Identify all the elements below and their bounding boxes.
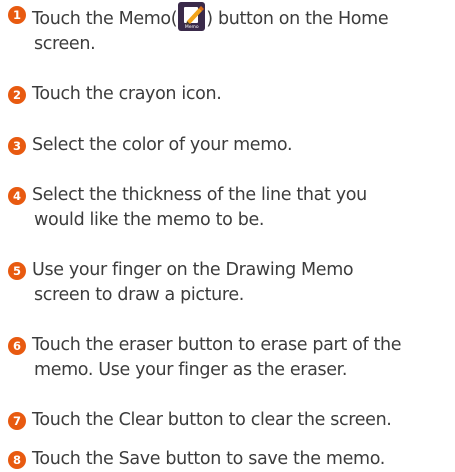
step-number-badge: 6 xyxy=(8,337,26,355)
step-number-badge: 4 xyxy=(8,187,26,205)
step-text: Touch the Clear button to clear the scre… xyxy=(32,410,392,430)
step-6: 6 Touch the eraser button to erase part … xyxy=(8,333,448,383)
step-7: 7 Touch the Clear button to clear the sc… xyxy=(8,408,448,433)
step-number-badge: 5 xyxy=(8,262,26,280)
memo-icon-label: Memo xyxy=(184,25,199,30)
step-text-after-icon: ) button on the Home xyxy=(206,9,389,29)
step-text: Select the color of your memo. xyxy=(32,135,293,155)
instruction-page: 1 Touch the Memo( Memo ) button on the Hom… xyxy=(0,0,455,472)
step-number-badge: 7 xyxy=(8,412,26,430)
step-5: 5 Use your finger on the Drawing Memo sc… xyxy=(8,258,448,308)
step-text: Use your finger on the Drawing Memo xyxy=(32,260,354,280)
step-8: 8 Touch the Save button to save the memo… xyxy=(8,447,448,472)
step-text-before-icon: Touch the Memo( xyxy=(32,9,178,29)
step-text: Select the thickness of the line that yo… xyxy=(32,185,367,205)
step-number-badge: 8 xyxy=(8,451,26,469)
step-4: 4 Select the thickness of the line that … xyxy=(8,183,448,233)
step-text-line2: would like the memo to be. xyxy=(34,210,265,230)
step-text: Touch the eraser button to erase part of… xyxy=(32,335,402,355)
step-text-line2: screen to draw a picture. xyxy=(34,285,244,305)
step-1: 1 Touch the Memo( Memo ) button on the Hom… xyxy=(8,2,448,57)
step-3: 3 Select the color of your memo. xyxy=(8,133,448,158)
step-number-badge: 2 xyxy=(8,86,26,104)
step-2: 2 Touch the crayon icon. xyxy=(8,82,448,107)
step-text: Touch the crayon icon. xyxy=(32,84,222,104)
step-text-line2: screen. xyxy=(34,34,96,54)
step-text: Touch the Save button to save the memo. xyxy=(32,449,385,469)
step-number-badge: 1 xyxy=(8,6,26,24)
step-number-badge: 3 xyxy=(8,137,26,155)
memo-app-icon: Memo xyxy=(178,2,206,31)
step-text-line2: memo. Use your finger as the eraser. xyxy=(34,360,348,380)
